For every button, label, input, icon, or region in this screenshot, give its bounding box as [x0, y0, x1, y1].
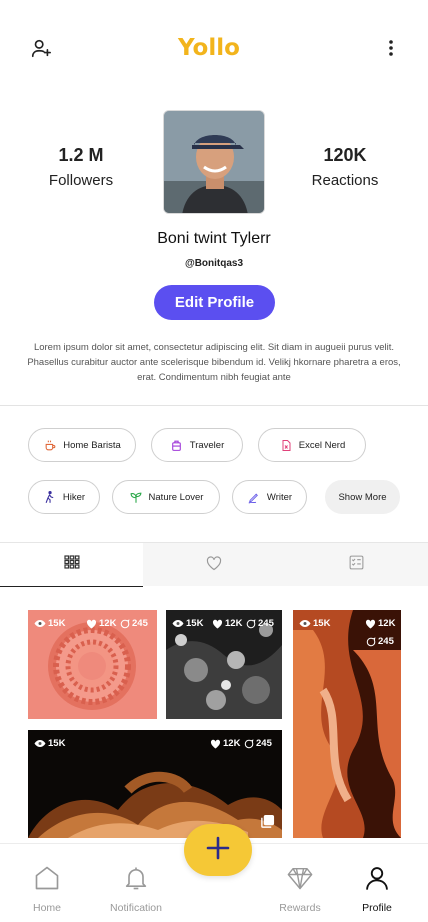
leaf-icon — [129, 490, 143, 504]
profile-bio: Lorem ipsum dolor sit amet, consectetur … — [27, 342, 401, 383]
post-tile[interactable]: 15K 12K 245 — [293, 610, 401, 838]
heart-icon — [365, 619, 376, 629]
likes-stat: 12K — [86, 618, 116, 629]
nav-label: Rewards — [279, 902, 321, 914]
comments-count: 245 — [132, 618, 148, 629]
chip-excel-nerd[interactable]: Excel Nerd — [258, 428, 366, 462]
nav-label: Profile — [362, 902, 392, 914]
grid-icon — [63, 555, 80, 574]
add-user-icon[interactable] — [28, 36, 54, 60]
likes-count: 12K — [99, 618, 117, 629]
followers-label: Followers — [48, 172, 114, 189]
likes-count: 12K — [378, 618, 396, 629]
tab-grid[interactable] — [0, 543, 143, 587]
profile-handle: @Bonitqas3 — [184, 258, 244, 269]
likes-stat: 12K — [212, 618, 242, 629]
comments-stat: 245 — [366, 636, 394, 647]
views-stat: 15K — [172, 618, 203, 629]
multi-image-icon — [260, 814, 275, 834]
nav-rewards[interactable]: Rewards — [260, 864, 340, 914]
show-more-button[interactable]: Show More — [325, 480, 400, 514]
chip-label: Nature Lover — [148, 491, 204, 503]
followers-stat[interactable]: 1.2 M Followers — [26, 145, 136, 189]
home-icon — [33, 864, 61, 897]
edit-profile-button[interactable]: Edit Profile — [154, 285, 275, 320]
reactions-count: 120K — [323, 145, 367, 165]
reactions-stat[interactable]: 120K Reactions — [290, 145, 400, 189]
comments-stat: 245 — [120, 618, 148, 629]
checklist-icon — [348, 554, 365, 576]
nav-profile[interactable]: Profile — [337, 864, 417, 914]
nav-notification[interactable]: Notification — [96, 864, 176, 914]
chip-label: Writer — [266, 491, 293, 503]
post-tile[interactable]: 15K 12K 245 — [28, 610, 157, 719]
comment-icon — [120, 618, 130, 629]
likes-stat: 12K — [210, 738, 240, 749]
views-count: 15K — [186, 618, 204, 629]
logo-text: Yollo — [178, 35, 240, 61]
avatar[interactable] — [163, 110, 265, 214]
divider — [0, 405, 428, 406]
comments-count: 245 — [378, 636, 394, 647]
eye-icon — [172, 619, 184, 628]
nav-label: Notification — [110, 902, 162, 914]
chip-writer[interactable]: Writer — [232, 480, 307, 514]
plus-icon — [206, 836, 230, 865]
views-count: 15K — [48, 738, 66, 749]
heart-icon — [86, 619, 97, 629]
followers-count: 1.2 M — [58, 145, 104, 165]
tab-checklist[interactable] — [285, 543, 428, 587]
chip-label: Show More — [338, 491, 387, 503]
spreadsheet-icon — [279, 438, 293, 452]
coffee-icon — [43, 438, 57, 452]
comments-stat: 245 — [246, 618, 274, 629]
profile-name: Boni twint Tylerr — [157, 230, 271, 247]
app-logo: Yollo — [178, 35, 256, 61]
eye-icon — [34, 739, 46, 748]
reactions-label: Reactions — [311, 172, 379, 189]
luggage-icon — [170, 438, 184, 452]
chip-label: Home Barista — [63, 439, 121, 451]
views-stat: 15K — [34, 618, 65, 629]
nav-label: Home — [32, 902, 61, 914]
hiker-icon — [43, 490, 57, 504]
top-bar: Yollo — [0, 0, 428, 100]
chip-hiker[interactable]: Hiker — [28, 480, 100, 514]
views-stat: 15K — [299, 618, 330, 629]
eye-icon — [34, 619, 46, 628]
likes-stat: 12K — [365, 618, 395, 629]
comments-count: 245 — [258, 618, 274, 629]
diamond-icon — [286, 864, 314, 897]
bell-icon — [122, 864, 150, 897]
heart-icon — [205, 555, 223, 576]
chip-label: Hiker — [62, 491, 86, 503]
comment-icon — [246, 618, 256, 629]
post-tile[interactable]: 15K 12K 245 — [28, 730, 282, 838]
likes-count: 12K — [223, 738, 241, 749]
nav-home[interactable]: Home — [7, 864, 87, 914]
heart-icon — [212, 619, 223, 629]
more-vertical-icon[interactable] — [382, 36, 400, 60]
chip-label: Traveler — [189, 439, 225, 451]
eye-icon — [299, 619, 311, 628]
profile-icon — [363, 864, 391, 897]
heart-icon — [210, 739, 221, 749]
chip-label: Excel Nerd — [298, 439, 346, 451]
likes-count: 12K — [225, 618, 243, 629]
pen-icon — [247, 490, 261, 504]
chip-traveler[interactable]: Traveler — [151, 428, 243, 462]
views-stat: 15K — [34, 738, 65, 749]
post-tile[interactable]: 15K 12K 245 — [166, 610, 282, 719]
comment-icon — [366, 636, 376, 647]
tab-likes[interactable] — [143, 543, 285, 587]
comment-icon — [244, 738, 254, 749]
comments-stat: 245 — [244, 738, 272, 749]
chip-home-barista[interactable]: Home Barista — [28, 428, 136, 462]
create-post-button[interactable] — [184, 824, 252, 876]
views-count: 15K — [313, 618, 331, 629]
views-count: 15K — [48, 618, 66, 629]
chip-nature-lover[interactable]: Nature Lover — [112, 480, 220, 514]
content-tabs — [0, 542, 428, 587]
comments-count: 245 — [256, 738, 272, 749]
